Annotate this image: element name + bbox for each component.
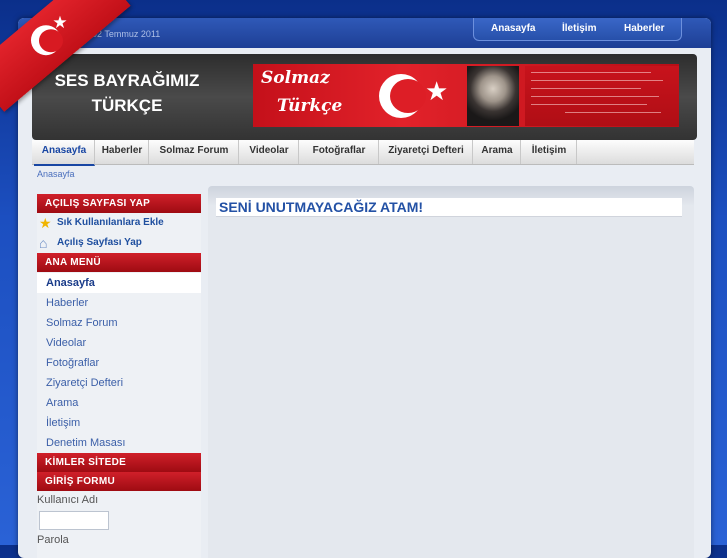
- banner-word-2: Türkçe: [277, 96, 343, 116]
- set-homepage-label: Açılış Sayfası Yap: [57, 237, 142, 248]
- sidebar-item-iletisim[interactable]: İletişim: [37, 413, 201, 433]
- main-content: SENİ UNUTMAYACAĞIZ ATAM!: [208, 186, 694, 558]
- homepage-section-heading: AÇILIŞ SAYFASI YAP: [37, 194, 201, 213]
- password-label: Parola: [37, 534, 69, 546]
- star-icon: ★: [52, 13, 68, 33]
- top-link-anasayfa[interactable]: Anasayfa: [491, 23, 535, 34]
- sidebar-item-fotograflar[interactable]: Fotoğraflar: [37, 353, 201, 373]
- nav-item-anasayfa[interactable]: Anasayfa: [34, 140, 95, 166]
- sidebar-item-anasayfa[interactable]: Anasayfa: [37, 273, 201, 293]
- nav-item-solmaz-forum[interactable]: Solmaz Forum: [150, 140, 239, 164]
- crescent-icon: [379, 74, 426, 118]
- site-header: SES BAYRAĞIMIZ TÜRKÇE Solmaz Türkçe ★: [32, 54, 697, 140]
- add-favorites-link[interactable]: ★ Sık Kullanılanlara Ekle: [37, 213, 201, 233]
- nav-item-arama[interactable]: Arama: [474, 140, 521, 164]
- nav-item-videolar[interactable]: Videolar: [240, 140, 299, 164]
- add-favorites-label: Sık Kullanılanlara Ekle: [57, 217, 164, 228]
- article-title-bar: SENİ UNUTMAYACAĞIZ ATAM!: [216, 198, 682, 217]
- page-frame: Cumartesi, 02 Temmuz 2011 Anasayfa İleti…: [18, 18, 711, 558]
- main-menu-heading: ANA MENÜ: [37, 253, 201, 272]
- nav-item-fotograflar[interactable]: Fotoğraflar: [300, 140, 379, 164]
- username-label: Kullanıcı Adı: [37, 494, 99, 506]
- sidebar-item-arama[interactable]: Arama: [37, 393, 201, 413]
- article-title[interactable]: SENİ UNUTMAYACAĞIZ ATAM!: [219, 199, 423, 215]
- header-banner: Solmaz Türkçe ★: [253, 64, 679, 127]
- who-online-heading: KİMLER SİTEDE: [37, 453, 201, 472]
- portrait-image: [467, 66, 519, 126]
- top-nav: Anasayfa İletişim Haberler: [473, 18, 682, 41]
- top-link-haberler[interactable]: Haberler: [624, 23, 665, 34]
- star-icon: ★: [425, 76, 449, 106]
- sidebar-item-videolar[interactable]: Videolar: [37, 333, 201, 353]
- sidebar: AÇILIŞ SAYFASI YAP ★ Sık Kullanılanlara …: [37, 194, 201, 558]
- sidebar-item-denetim-masasi[interactable]: Denetim Masası: [37, 433, 201, 453]
- sidebar-item-solmaz-forum[interactable]: Solmaz Forum: [37, 313, 201, 333]
- banner-word-1: Solmaz: [261, 68, 330, 88]
- star-icon: ★: [39, 215, 52, 231]
- sidebar-item-ziyaretci-defteri[interactable]: Ziyaretçi Defteri: [37, 373, 201, 393]
- nav-item-iletisim[interactable]: İletişim: [522, 140, 577, 164]
- main-nav: Anasayfa Haberler Solmaz Forum Videolar …: [32, 140, 694, 166]
- sidebar-item-haberler[interactable]: Haberler: [37, 293, 201, 313]
- handwriting-image: [525, 66, 679, 126]
- breadcrumb[interactable]: Anasayfa: [37, 169, 75, 179]
- nav-item-haberler[interactable]: Haberler: [96, 140, 149, 164]
- top-link-iletisim[interactable]: İletişim: [562, 23, 596, 34]
- site-title-line2: TÜRKÇE: [91, 96, 163, 115]
- username-input[interactable]: [39, 511, 109, 530]
- home-icon: ⌂: [39, 235, 48, 251]
- login-form-heading: GİRİŞ FORMU: [37, 472, 201, 491]
- set-homepage-link[interactable]: ⌂ Açılış Sayfası Yap: [37, 233, 201, 253]
- nav-item-ziyaretci-defteri[interactable]: Ziyaretçi Defteri: [380, 140, 473, 164]
